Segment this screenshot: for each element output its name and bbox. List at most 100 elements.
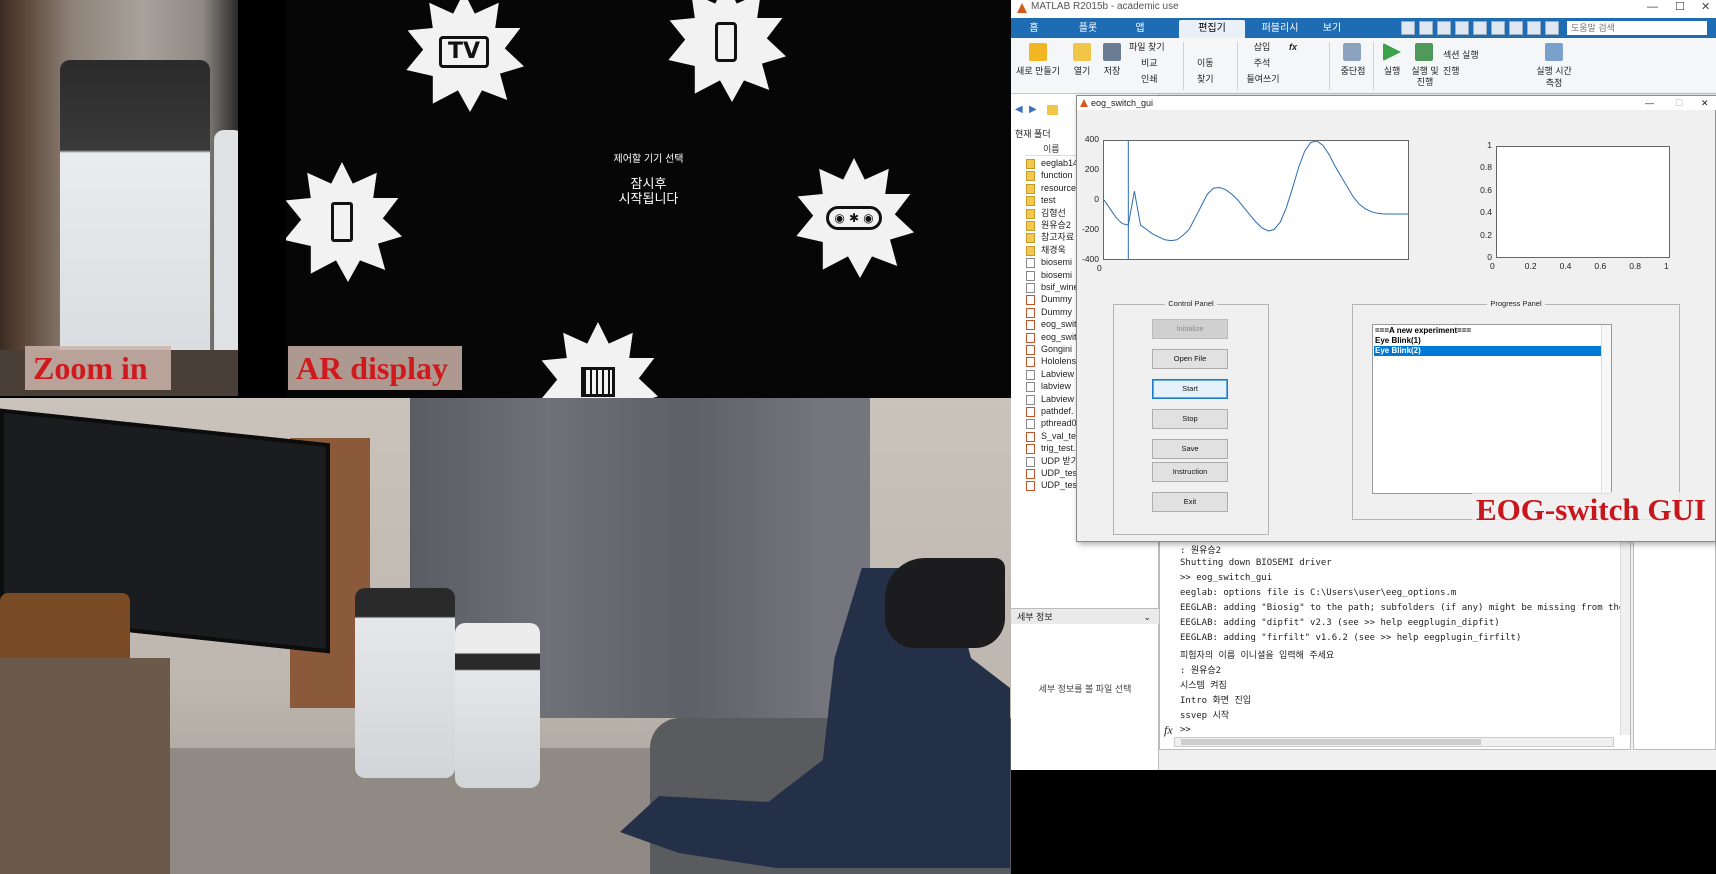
details-label: 세부 정보 [1017, 612, 1053, 622]
instruction-button[interactable]: Instruction [1152, 462, 1228, 482]
vertical-scrollbar[interactable] [1620, 535, 1630, 735]
file-list-item[interactable]: 김형선 [1026, 207, 1066, 220]
tab-view[interactable]: 보기 [1315, 20, 1349, 38]
forward-arrow-icon[interactable]: ▶ [1029, 104, 1037, 115]
progress-list-item[interactable]: Eye Blink(2) [1374, 346, 1602, 356]
ribbon-separator [1329, 42, 1330, 90]
file-list-item[interactable]: 원유승2 [1026, 219, 1071, 232]
tab-editor[interactable]: 편집기 [1179, 20, 1245, 38]
initialize-button[interactable]: Initialize [1152, 319, 1228, 339]
file-list-item[interactable]: biosemi [1026, 256, 1072, 269]
details-panel-header[interactable]: 세부 정보 ⌄ [1011, 608, 1159, 624]
advance-button[interactable]: 진행 [1443, 66, 1483, 77]
quick-copy-icon[interactable] [1437, 21, 1451, 35]
fx-button[interactable]: fx [1287, 42, 1299, 53]
file-list-item[interactable]: S_val_tes [1026, 430, 1081, 443]
switch-windows-icon[interactable] [1509, 21, 1523, 35]
command-prompt[interactable]: >> [1180, 725, 1191, 735]
run-button[interactable]: 실행 [1377, 66, 1407, 77]
save-button[interactable]: Save [1152, 439, 1228, 459]
file-list-item[interactable]: test [1026, 194, 1056, 207]
file-list-item[interactable]: resource [1026, 182, 1076, 195]
tab-apps[interactable]: 앱 [1125, 20, 1155, 38]
horizontal-scrollbar[interactable] [1174, 737, 1614, 747]
back-arrow-icon[interactable]: ◀ [1015, 104, 1023, 115]
start-button[interactable]: Start [1152, 379, 1228, 399]
file-name: eog_swit [1041, 331, 1077, 342]
file-list-item[interactable]: Labview [1026, 368, 1074, 381]
tab-publish[interactable]: 퍼블리시 [1255, 20, 1305, 38]
tv-icon[interactable]: TV [406, 0, 524, 112]
empty-axes[interactable] [1496, 146, 1670, 258]
heater-icon[interactable] [540, 322, 658, 398]
close-icon[interactable]: ✕ [1701, 96, 1709, 110]
quick-save-icon[interactable] [1401, 21, 1415, 35]
insert-button[interactable]: 삽입 [1249, 42, 1275, 53]
new-button[interactable]: 새로 만들기 [1015, 66, 1061, 77]
find-files-button[interactable]: 파일 찾기 [1129, 42, 1185, 53]
chevron-down-icon[interactable]: ⌄ [1143, 609, 1151, 625]
quick-paste-icon[interactable] [1455, 21, 1469, 35]
file-list-item[interactable]: function [1026, 169, 1073, 182]
close-icon[interactable]: ✕ [1701, 0, 1710, 14]
file-list-item[interactable]: pthread0 [1026, 417, 1077, 430]
progress-list-item[interactable]: ===A new experiment=== [1374, 326, 1602, 336]
undo-icon[interactable] [1473, 21, 1487, 35]
file-list-item[interactable]: Gongini [1026, 343, 1072, 356]
run-advance-button[interactable]: 실행 및 진행 [1409, 66, 1441, 88]
progress-listbox[interactable]: ===A new experiment=== Eye Blink(1) Eye Bl… [1372, 324, 1612, 494]
community-icon[interactable] [1545, 21, 1559, 35]
file-list-item[interactable]: labview [1026, 380, 1071, 393]
function-browser-icon[interactable]: fx [1164, 723, 1173, 738]
help-search-input[interactable]: 도움말 검색 [1567, 21, 1707, 35]
print-button[interactable]: 인쇄 [1141, 74, 1171, 85]
navigate-button[interactable]: 이동 [1197, 58, 1227, 69]
help-icon[interactable] [1527, 21, 1541, 35]
file-list-item[interactable]: 채경욱 [1026, 244, 1066, 257]
file-list-item[interactable]: UDP_tes [1026, 479, 1077, 492]
listbox-scrollbar[interactable] [1601, 325, 1611, 493]
stop-button[interactable]: Stop [1152, 409, 1228, 429]
file-list-item[interactable]: UDP 받기 [1026, 455, 1079, 468]
scroll-thumb[interactable] [1181, 739, 1481, 745]
open-file-button[interactable]: Open File [1152, 349, 1228, 369]
file-icon [1026, 283, 1035, 293]
file-list-item[interactable]: Dummy [1026, 306, 1072, 319]
tab-home[interactable]: 홈 [1019, 20, 1049, 38]
file-list-item[interactable]: eog_swit [1026, 318, 1077, 331]
open-button[interactable]: 열기 [1067, 66, 1097, 77]
compare-button[interactable]: 비교 [1141, 58, 1171, 69]
command-window[interactable]: : 원유승2 Shutting down BIOSEMI driver >> eog… [1159, 534, 1631, 750]
run-and-time-line2[interactable]: 측정 [1531, 78, 1577, 89]
file-list-item[interactable]: trig_test. [1026, 442, 1076, 455]
minimize-icon[interactable]: — [1645, 96, 1654, 110]
quick-cut-icon[interactable] [1419, 21, 1433, 35]
maximize-icon[interactable]: ☐ [1675, 0, 1685, 14]
signal-axes[interactable] [1103, 140, 1409, 260]
indent-button[interactable]: 들여쓰기 [1243, 74, 1283, 85]
file-list-item[interactable]: UDP_tes [1026, 467, 1077, 480]
file-list-item[interactable]: 참고자료 [1026, 231, 1074, 244]
air-purifier-icon[interactable] [668, 0, 786, 102]
breakpoints-button[interactable]: 중단점 [1333, 66, 1373, 77]
tab-plots[interactable]: 플롯 [1071, 20, 1105, 38]
file-list-item[interactable]: eog_swit [1026, 331, 1077, 344]
progress-list-item[interactable]: Eye Blink(1) [1374, 336, 1602, 346]
minimize-icon[interactable]: — [1647, 0, 1658, 14]
save-button[interactable]: 저장 [1097, 66, 1127, 77]
find-button[interactable]: 찾기 [1197, 74, 1227, 85]
run-and-time-line1[interactable]: 실행 시간 [1531, 66, 1577, 77]
exit-button[interactable]: Exit [1152, 492, 1228, 512]
file-list-item[interactable]: Dummy [1026, 293, 1072, 306]
file-icon [1026, 320, 1035, 331]
file-list-item[interactable]: Hololens [1026, 355, 1076, 368]
file-list-item[interactable]: biosemi [1026, 269, 1072, 282]
redo-icon[interactable] [1491, 21, 1505, 35]
comment-button[interactable]: 주석 [1249, 58, 1275, 69]
file-list-item[interactable]: bsif_wine [1026, 281, 1079, 294]
file-list-item[interactable]: pathdef. [1026, 405, 1074, 418]
file-list-item[interactable]: Labview [1026, 393, 1074, 406]
maximize-icon[interactable]: ☐ [1675, 96, 1683, 110]
up-folder-icon[interactable] [1047, 105, 1058, 115]
run-section-button[interactable]: 섹션 실행 [1443, 50, 1497, 61]
